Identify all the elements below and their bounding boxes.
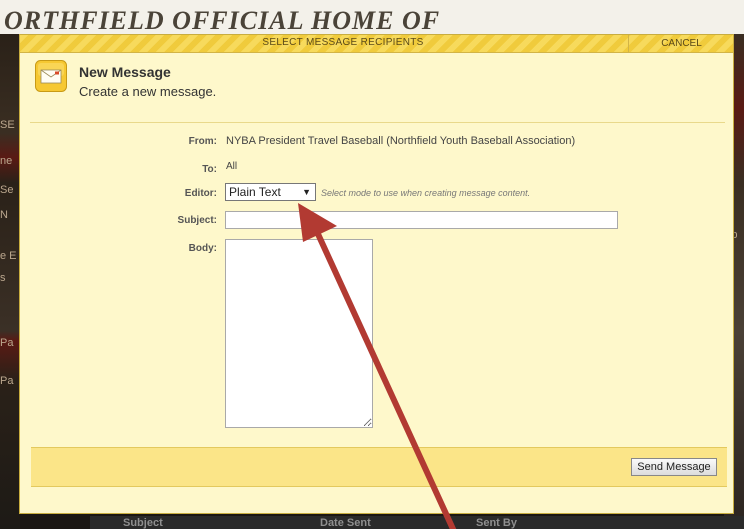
dialog-subheading: Create a new message. <box>79 84 217 99</box>
to-value: All <box>226 161 238 172</box>
dialog-title: SELECT MESSAGE RECIPIENTS <box>262 37 424 48</box>
to-label: To: <box>202 164 217 175</box>
dialog-heading: New Message <box>79 64 171 80</box>
background-fragment: Se <box>0 184 14 196</box>
background-column-sender: Sent By <box>476 517 517 529</box>
envelope-icon <box>35 60 67 92</box>
dropdown-arrow-icon: ▼ <box>302 187 311 197</box>
background-column-date: Date Sent <box>320 517 371 529</box>
dialog-title-bar: SELECT MESSAGE RECIPIENTS CANCEL <box>20 35 733 53</box>
background-fragment: s <box>0 272 6 284</box>
background-fragment: ne <box>0 155 13 167</box>
header-divider <box>30 122 725 123</box>
background-banner-text: ORTHFIELD OFFICIAL HOME OF <box>4 6 441 34</box>
background-fragment: Pa <box>0 375 14 387</box>
send-message-button[interactable]: Send Message <box>631 458 717 476</box>
background-left-edge: SE ne Se N e E s Pa Pa <box>0 34 20 529</box>
cancel-button[interactable]: CANCEL <box>628 35 734 52</box>
background-fragment: SE <box>0 119 15 131</box>
from-value: NYBA President Travel Baseball (Northfie… <box>226 135 576 147</box>
dialog-footer <box>31 447 727 487</box>
body-label: Body: <box>188 243 217 254</box>
background-banner: ORTHFIELD OFFICIAL HOME OF <box>0 0 744 34</box>
editor-hint: Select mode to use when creating message… <box>321 188 531 198</box>
subject-input[interactable] <box>225 211 618 229</box>
subject-label: Subject: <box>177 215 217 226</box>
background-fragment: N <box>0 209 8 221</box>
editor-label: Editor: <box>184 188 217 199</box>
background-fragment: Pa <box>0 337 14 349</box>
background-column-subject: Subject <box>123 517 163 529</box>
new-message-dialog: SELECT MESSAGE RECIPIENTS CANCEL New Mes… <box>19 34 734 514</box>
body-textarea[interactable] <box>225 239 373 428</box>
from-label: From: <box>188 136 217 147</box>
background-fragment: e E <box>0 250 17 262</box>
editor-select-value: Plain Text <box>229 185 281 199</box>
editor-select[interactable]: Plain Text ▼ <box>225 183 316 201</box>
background-table-header <box>90 516 744 529</box>
